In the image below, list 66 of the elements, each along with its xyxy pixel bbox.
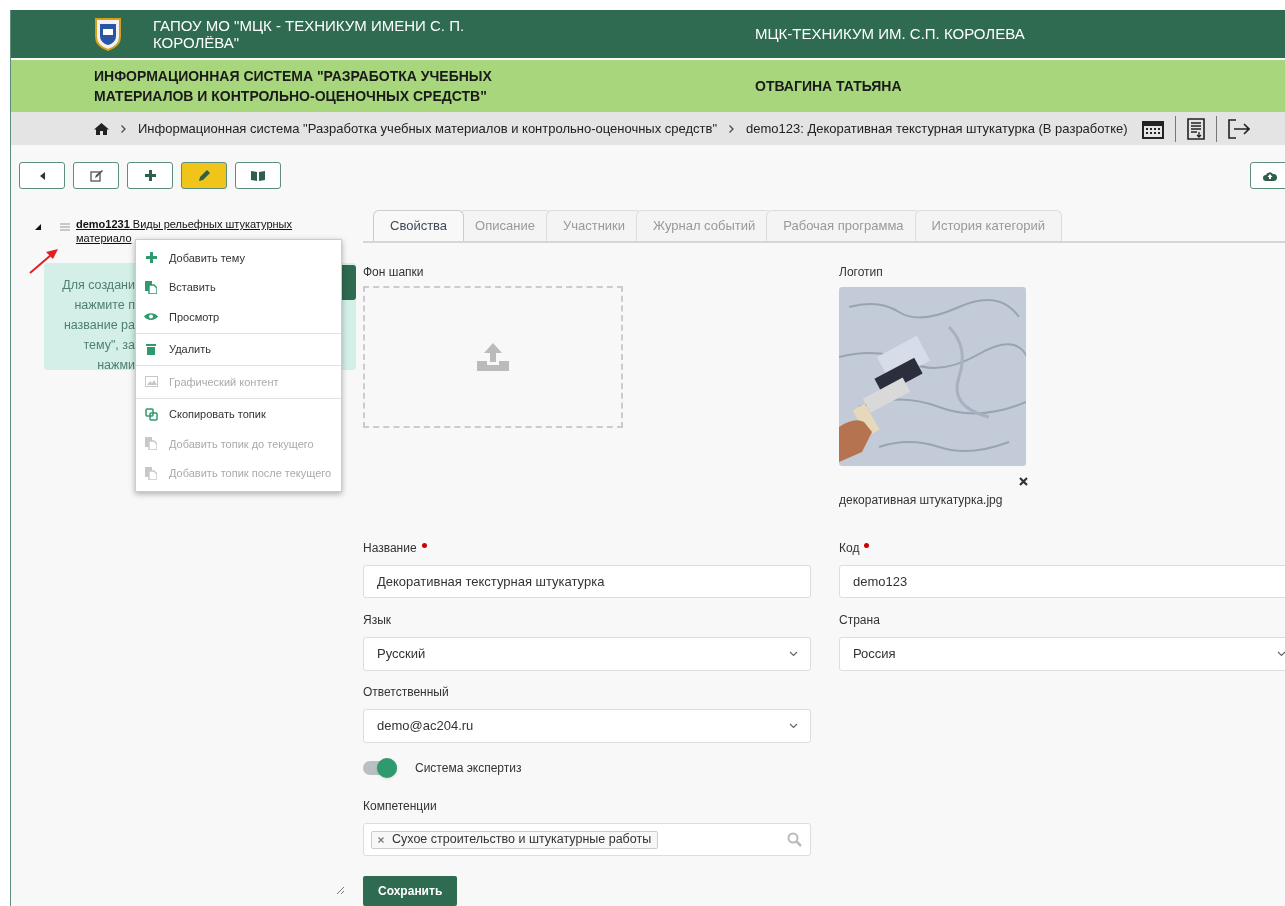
field-label: Название	[363, 540, 417, 557]
book-button[interactable]	[235, 162, 281, 189]
edit-icon	[89, 169, 103, 182]
select-field[interactable]: demo@ac204.ru	[363, 709, 811, 743]
organization-name: ГАПОУ МО "МЦК - ТЕХНИКУМ ИМЕНИ С. П. КОРОЛЁВА"	[153, 17, 466, 51]
toggle-switch[interactable]	[363, 761, 397, 775]
menu-item[interactable]: Просмотр	[136, 302, 341, 332]
calendar-icon[interactable]	[1141, 118, 1164, 139]
text-field[interactable]: demo123	[839, 565, 1285, 598]
chevron-icon	[1277, 651, 1285, 657]
resize-handle-icon[interactable]	[336, 886, 345, 895]
menu-item[interactable]: Вставить	[136, 272, 341, 302]
text-field[interactable]: Декоративная текстурная штукатурка	[363, 565, 811, 598]
field-label: Страна	[839, 612, 880, 629]
annotation-arrow	[29, 248, 59, 274]
hint-text: Для создани нажмите п название ра тему", за нажми	[61, 277, 135, 374]
home-icon[interactable]	[94, 122, 109, 135]
chevron-right-icon	[729, 124, 735, 133]
back-button[interactable]	[19, 162, 65, 189]
field-label: Компетенции	[363, 798, 437, 815]
logout-icon[interactable]	[1227, 118, 1250, 139]
breadcrumb-link[interactable]: Информационная система "Разработка учебных материалов и контрольно-оценочных средств"	[138, 118, 718, 139]
save-button[interactable]: Сохранить	[363, 876, 458, 906]
field-label: Ответственный	[363, 684, 449, 701]
pencil-icon	[198, 169, 210, 182]
organization-short-name: МЦК-ТЕХНИКУМ ИМ. С.П. КОРОЛЕВА	[755, 23, 1025, 44]
eye-icon	[144, 312, 158, 322]
copy-icon	[144, 407, 158, 421]
paste-icon	[144, 466, 158, 480]
menu-item[interactable]: Удалить	[136, 334, 341, 364]
document-icon[interactable]	[1186, 117, 1205, 140]
chevron-icon	[789, 651, 798, 657]
user-name: ОТВАГИНА ТАТЬЯНА	[755, 76, 902, 96]
file-name: декоративная штукатурка.jpg	[839, 492, 1004, 509]
paste-icon	[144, 437, 158, 451]
field-label: Логотип	[839, 264, 884, 281]
tab[interactable]: Свойства	[373, 210, 465, 241]
caret-left-icon	[39, 171, 45, 180]
cloud-upload-icon	[1263, 170, 1277, 181]
expand-icon[interactable]	[35, 223, 41, 231]
trash-icon	[144, 343, 158, 356]
chevron-icon	[789, 723, 798, 729]
toggle-label: Система экспертиз	[415, 760, 522, 777]
remove-icon[interactable]	[1019, 477, 1028, 486]
field-label: Фон шапки	[363, 264, 425, 281]
menu-item[interactable]: Скопировать топик	[136, 399, 341, 429]
logo-icon	[94, 17, 122, 51]
field-label: Язык	[363, 612, 392, 629]
plus-icon	[144, 170, 156, 181]
breadcrumb-link[interactable]: demo123: Декоративная текстурная штукатурка (В разработке)	[746, 118, 1128, 139]
menu-item[interactable]: Добавить тему	[136, 243, 341, 273]
chevron-right-icon	[121, 124, 126, 133]
plus-icon	[144, 252, 158, 264]
field-label: Код	[839, 540, 860, 557]
book-icon	[250, 170, 266, 181]
select-field[interactable]: Россия	[839, 637, 1285, 671]
paste-icon	[144, 280, 158, 294]
system-title: ИНФОРМАЦИОННАЯ СИСТЕМА "РАЗРАБОТКА УЧЕБНЫХ МАТЕРИАЛОВ И КОНТРОЛЬНО-ОЦЕНОЧНЫХ СРЕДСТВ"	[94, 67, 493, 106]
image-icon	[144, 376, 158, 388]
select-field[interactable]: Русский	[363, 637, 811, 671]
add-button[interactable]	[127, 162, 173, 189]
edit-button[interactable]	[73, 162, 119, 189]
pencil-button[interactable]	[181, 162, 227, 189]
upload-button[interactable]	[1250, 162, 1285, 189]
tag: Сухое строительство и штукатурные работы	[371, 830, 659, 849]
upload-icon	[477, 343, 509, 371]
